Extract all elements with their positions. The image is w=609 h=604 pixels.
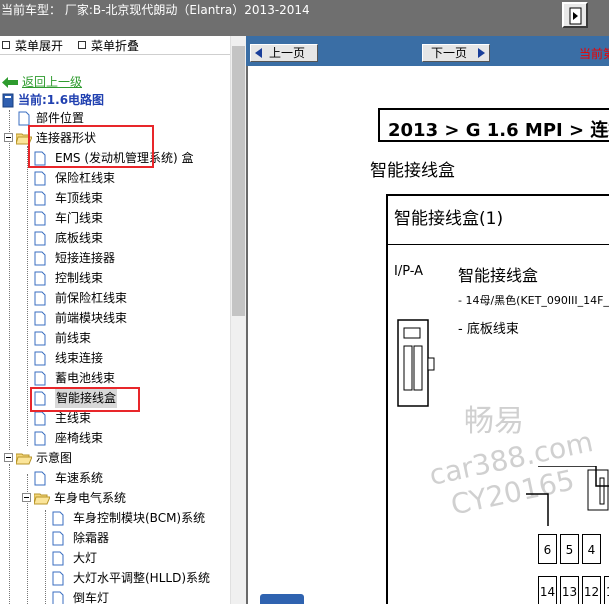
expand-menu-button[interactable]: 菜单展开: [2, 37, 63, 54]
document-icon: [52, 551, 64, 566]
pin: 14: [538, 576, 557, 604]
connector-spec: - 14母/黑色(KET_090III_14F_B): [458, 294, 609, 307]
diagram-divider: [388, 244, 609, 245]
arrow-left-icon: [255, 48, 262, 58]
collapse-icon: [78, 41, 86, 49]
content-panel: 上一页 下一页 当前第 2013 > G 1.6 MPI > 连接器 智能接线盒…: [246, 36, 609, 604]
document-icon: [52, 531, 64, 546]
document-icon: [34, 371, 46, 386]
document-icon: [34, 291, 46, 306]
document-icon: [34, 251, 46, 266]
folder-open-icon: [16, 453, 32, 465]
highlight-box: [28, 125, 154, 168]
pin: 13: [560, 576, 579, 604]
connector-id: I/P-A: [394, 264, 424, 279]
document-icon: [34, 171, 46, 186]
page-nav-bar: 上一页 下一页: [246, 36, 609, 66]
divider: [0, 54, 230, 55]
scrollbar-thumb[interactable]: [232, 46, 245, 316]
tree-scrollbar[interactable]: [230, 36, 246, 604]
pin: 4: [582, 534, 601, 564]
bottom-tab[interactable]: [260, 594, 304, 604]
document-icon: [34, 411, 46, 426]
document-subtitle: 智能接线盒: [370, 161, 455, 181]
collapse-toggle-icon[interactable]: [4, 133, 13, 142]
document-icon: [52, 571, 64, 586]
watermark: 畅易: [464, 404, 524, 439]
window-title: 当前车型： 厂家:B-北京现代朗动（Elantra）2013-2014: [1, 3, 310, 17]
exit-button[interactable]: [562, 2, 588, 28]
prev-page-button[interactable]: 上一页: [250, 44, 318, 62]
highlight-box: [30, 387, 140, 412]
collapse-menu-button[interactable]: 菜单折叠: [78, 37, 139, 54]
document-viewer: 2013 > G 1.6 MPI > 连接器 智能接线盒 智能接线盒(1) I/…: [246, 66, 609, 604]
document-icon: [34, 431, 46, 446]
document-icon: [18, 111, 30, 126]
tree-guide: [9, 110, 10, 450]
arrow-right-icon: [478, 48, 485, 58]
collapse-toggle-icon[interactable]: [22, 493, 31, 502]
document-icon: [34, 471, 46, 486]
connector-diagram: 智能接线盒(1) I/P-A 智能接线盒 - 14母/黑色(KET_090III…: [386, 194, 609, 604]
tree-panel: 菜单展开 菜单折叠 返回上一级 当前:1.6电路图 部件位置 连接器形状 EMS…: [0, 36, 246, 604]
diagram-title: 智能接线盒(1): [394, 209, 504, 229]
collapse-toggle-icon[interactable]: [4, 453, 13, 462]
next-page-button[interactable]: 下一页: [422, 44, 490, 62]
document-icon: [34, 191, 46, 206]
document-icon: [34, 271, 46, 286]
title-bar: 当前车型： 厂家:B-北京现代朗动（Elantra）2013-2014: [0, 0, 609, 36]
exit-door-icon: [569, 7, 582, 25]
document-icon: [34, 351, 46, 366]
tree-guide: [45, 510, 46, 604]
back-arrow-icon: [2, 77, 18, 88]
document-icon: [52, 591, 64, 604]
pin: 6: [538, 534, 557, 564]
document-icon: [34, 211, 46, 226]
folder-open-icon: [34, 493, 50, 505]
document-heading: 2013 > G 1.6 MPI > 连接器: [388, 120, 609, 141]
document-icon: [34, 331, 46, 346]
pin: 12: [582, 576, 601, 604]
viewer-border: [246, 66, 248, 604]
connector-name: 智能接线盒: [458, 266, 539, 285]
book-icon: [2, 93, 14, 108]
document-icon: [52, 511, 64, 526]
page-position: 当前第: [579, 47, 609, 61]
tree-guide: [9, 464, 10, 604]
expand-icon: [2, 41, 10, 49]
document-heading-box: 2013 > G 1.6 MPI > 连接器: [378, 108, 609, 142]
tree-guide: [27, 146, 28, 446]
pin: 5: [560, 534, 579, 564]
document-icon: [34, 231, 46, 246]
pin: 11: [604, 576, 609, 604]
connector-harness: - 底板线束: [458, 322, 519, 337]
connector-shape-icon: [397, 319, 435, 407]
document-icon: [34, 311, 46, 326]
